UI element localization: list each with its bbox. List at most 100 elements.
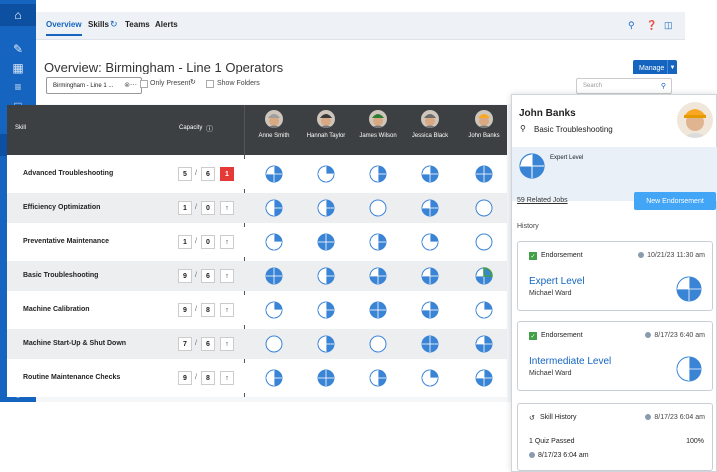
capacity-current: 1: [178, 235, 192, 249]
skill-level-pie[interactable]: [317, 301, 335, 319]
endorsement-card[interactable]: ✓ Endorsement 8/17/23 6:40 am Intermedia…: [517, 321, 713, 391]
person-column-header[interactable]: Hannah Taylor: [298, 110, 354, 139]
table-row[interactable]: Basic Troubleshooting 9 / 6 ↑: [7, 261, 507, 291]
skill-level-pie[interactable]: [265, 335, 283, 353]
skill-level-pie[interactable]: [475, 301, 493, 319]
capacity-target: 0: [201, 201, 215, 215]
card-endorser: Michael Ward: [529, 290, 572, 297]
refresh-icon[interactable]: ↻: [110, 19, 118, 30]
search-icon[interactable]: ⚲: [661, 82, 666, 90]
wrench-icon: ⚲: [520, 124, 526, 133]
skill-level-pie[interactable]: [265, 165, 283, 183]
only-present-checkbox[interactable]: [140, 80, 148, 88]
sliders-icon[interactable]: ≡: [8, 79, 28, 95]
skill-level-pie[interactable]: [369, 199, 387, 217]
group-select[interactable]: Birmingham - Line 1 ... ⊗⋯: [46, 77, 142, 94]
avatar: [317, 110, 335, 128]
skill-level-pie[interactable]: [421, 233, 439, 251]
person-column-header[interactable]: James Wilson: [350, 110, 406, 139]
clear-icon[interactable]: ⊗⋯: [124, 81, 137, 89]
table-row[interactable]: Preventative Maintenance 1 / 0 ↑: [7, 227, 507, 257]
search-icon[interactable]: ⚲: [628, 20, 635, 31]
skill-level-pie[interactable]: [475, 335, 493, 353]
person-column-header[interactable]: Jessica Black: [402, 110, 458, 139]
skill-level-pie[interactable]: [317, 199, 335, 217]
table-row[interactable]: Machine Start-Up & Shut Down 7 / 6 ↑: [7, 329, 507, 359]
skill-level-pie[interactable]: [265, 369, 283, 387]
panel-toggle-icon[interactable]: ◫: [664, 20, 673, 31]
table-row[interactable]: Routine Maintenance Checks 9 / 8 ↑: [7, 363, 507, 393]
capacity-status-badge[interactable]: ↑: [220, 337, 234, 351]
skill-name: Machine Calibration: [23, 306, 90, 313]
skill-level-pie[interactable]: [475, 267, 493, 285]
table-row[interactable]: Advanced Troubleshooting 5 / 6 1: [7, 159, 507, 189]
capacity-separator: /: [195, 238, 197, 245]
skill-level-pie[interactable]: [265, 199, 283, 217]
skill-level-pie[interactable]: [421, 301, 439, 319]
new-endorsement-button[interactable]: New Endorsement: [634, 192, 716, 210]
skill-level-pie[interactable]: [421, 267, 439, 285]
manage-label: Manage: [639, 64, 665, 72]
skill-level-pie[interactable]: [369, 301, 387, 319]
skill-level-pie[interactable]: [475, 165, 493, 183]
skill-level-pie[interactable]: [475, 199, 493, 217]
card-level[interactable]: Intermediate Level: [529, 356, 611, 367]
info-icon[interactable]: ⓘ: [206, 124, 213, 134]
history-icon: ↺: [529, 415, 535, 422]
endorsement-card[interactable]: ✓ Endorsement 10/21/23 11:30 am Expert L…: [517, 241, 713, 311]
grid-icon[interactable]: ▦: [8, 60, 28, 76]
skill-level-pie[interactable]: [421, 369, 439, 387]
capacity-status-badge[interactable]: ↑: [220, 303, 234, 317]
skill-level-pie[interactable]: [265, 267, 283, 285]
quiz-date: 8/17/23 6:04 am: [529, 452, 589, 459]
skill-level-pie[interactable]: [369, 233, 387, 251]
related-jobs-link[interactable]: 59 Related Jobs: [517, 197, 568, 204]
group-select-value: Birmingham - Line 1 ...: [53, 82, 114, 89]
capacity-status-badge[interactable]: ↑: [220, 371, 234, 385]
tab-alerts[interactable]: Alerts: [155, 20, 178, 29]
skill-level-pie[interactable]: [317, 267, 335, 285]
skill-level-pie[interactable]: [369, 165, 387, 183]
table-row[interactable]: Efficiency Optimization 1 / 0 ↑: [7, 193, 507, 223]
capacity-current: 9: [178, 303, 192, 317]
capacity-status-badge[interactable]: ↑: [220, 201, 234, 215]
skill-level-pie[interactable]: [317, 233, 335, 251]
skill-level-pie[interactable]: [265, 301, 283, 319]
show-folders-checkbox[interactable]: [206, 80, 214, 88]
person-column-header[interactable]: Anne Smith: [246, 110, 302, 139]
skill-level-pie[interactable]: [369, 369, 387, 387]
skill-level-pie[interactable]: [475, 233, 493, 251]
tab-teams[interactable]: Teams: [125, 20, 150, 29]
card-level[interactable]: Expert Level: [529, 276, 585, 287]
capacity-status-badge[interactable]: ↑: [220, 235, 234, 249]
skill-level-pie[interactable]: [475, 369, 493, 387]
capacity-status-badge[interactable]: 1: [220, 167, 234, 181]
skill-level-pie[interactable]: [421, 335, 439, 353]
skill-history-date-text: 8/17/23 6:04 am: [654, 414, 705, 421]
tab-overview[interactable]: Overview: [46, 20, 82, 36]
tab-skills[interactable]: Skills: [88, 20, 109, 29]
skill-level-pie[interactable]: [265, 233, 283, 251]
help-icon[interactable]: ❓: [646, 20, 657, 31]
skill-level-pie[interactable]: [421, 165, 439, 183]
capacity-separator: /: [195, 340, 197, 347]
edit-icon[interactable]: ✎: [8, 41, 28, 57]
search-input[interactable]: Search ⚲: [576, 78, 672, 94]
skill-level-pie[interactable]: [317, 369, 335, 387]
skill-level-pie[interactable]: [421, 199, 439, 217]
skill-history-card[interactable]: ↺ Skill History 8/17/23 6:04 am 1 Quiz P…: [517, 403, 713, 471]
table-row[interactable]: Machine Calibration 9 / 8 ↑: [7, 295, 507, 325]
skill-level-pie[interactable]: [317, 165, 335, 183]
show-folders-label: Show Folders: [217, 80, 260, 87]
panel-person-name: John Banks: [519, 108, 576, 119]
home-icon[interactable]: ⌂: [0, 4, 36, 26]
skill-level-pie[interactable]: [369, 267, 387, 285]
capacity-target: 8: [201, 371, 215, 385]
refresh-icon[interactable]: ↻: [190, 78, 196, 86]
skill-level-pie[interactable]: [369, 335, 387, 353]
skill-history-label: Skill History: [540, 414, 577, 421]
person-column-header[interactable]: John Banks: [456, 110, 512, 139]
skill-level-pie[interactable]: [317, 335, 335, 353]
capacity-status-badge[interactable]: ↑: [220, 269, 234, 283]
card-date: 10/21/23 11:30 am: [638, 252, 705, 259]
